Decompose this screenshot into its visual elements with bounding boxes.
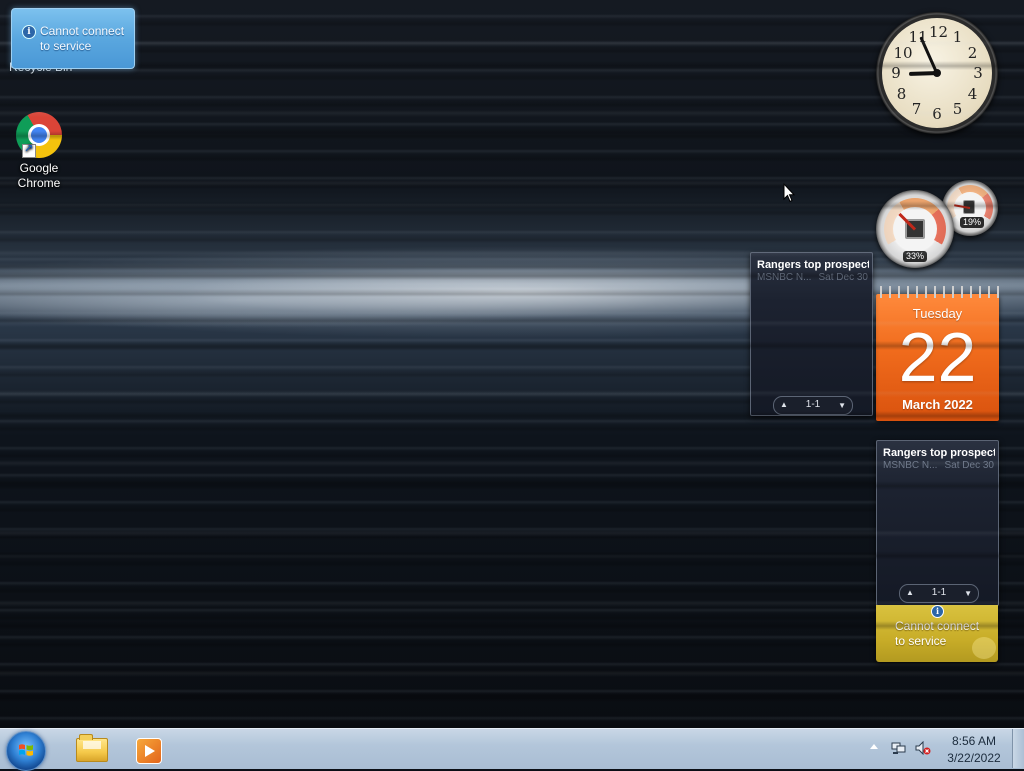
cpu-chip-icon	[905, 219, 925, 239]
memory-percent: 19%	[960, 217, 985, 228]
notification-toast[interactable]: i Cannot connect to service	[11, 8, 135, 69]
cpu-meter[interactable]: 33%	[876, 190, 954, 268]
memory-meter[interactable]: 19%	[942, 180, 998, 236]
clock-number: 3	[973, 64, 983, 82]
chrome-icon	[16, 112, 62, 158]
feed-source: MSNBC N...	[757, 272, 812, 283]
clock-number: 1	[952, 28, 963, 47]
clock-number: 4	[967, 84, 978, 103]
weather-gadget[interactable]: i Cannot connect to service	[876, 605, 998, 662]
start-button[interactable]	[6, 731, 46, 771]
feed-pager: 1-1 ▲ ▼	[773, 396, 853, 415]
previous-arrow-icon[interactable]: ▲	[906, 588, 914, 597]
feed-headline[interactable]: Rangers top prospect...	[757, 259, 869, 271]
clock-number: 10	[893, 43, 913, 62]
memory-needle	[954, 204, 971, 209]
windows-logo-icon	[19, 744, 33, 756]
desktop-icon-google-chrome[interactable]: Google Chrome	[9, 112, 69, 191]
clock-minute-hand	[919, 35, 939, 74]
clock-number: 9	[891, 64, 901, 82]
feed-headlines-gadget[interactable]: Rangers top prospect... MSNBC N... Sat D…	[750, 252, 873, 416]
desktop[interactable]: Recycle Bin i Cannot connect to service …	[0, 0, 1024, 728]
mouse-cursor-icon	[783, 183, 795, 203]
taskbar-media-player[interactable]	[126, 730, 184, 767]
calendar-binding	[876, 286, 999, 298]
taskbar-windows-explorer[interactable]	[60, 730, 118, 767]
weather-sun-icon	[972, 637, 996, 659]
calendar-weekday: Tuesday	[912, 306, 963, 321]
feed-headlines-gadget[interactable]: Rangers top prospect... MSNBC N... Sat D…	[876, 440, 999, 606]
clock-number: 7	[911, 99, 922, 118]
clock-number: 12	[929, 23, 949, 41]
windows-explorer-icon	[76, 734, 108, 762]
previous-arrow-icon[interactable]: ▲	[780, 400, 788, 409]
info-icon: i	[22, 25, 36, 39]
notification-message: Cannot connect to service	[40, 24, 125, 53]
taskbar-clock[interactable]: 8:56 AM 3/22/2022	[940, 733, 1008, 767]
network-icon[interactable]	[891, 741, 907, 755]
feed-headline[interactable]: Rangers top prospect...	[883, 447, 995, 459]
feed-source: MSNBC N...	[883, 460, 938, 471]
feed-date: Sat Dec 30	[818, 272, 868, 283]
taskbar-time: 8:56 AM	[951, 734, 997, 748]
feed-page-indicator: 1-1	[931, 587, 947, 598]
show-desktop-button[interactable]	[1012, 729, 1024, 768]
clock-number: 11	[908, 28, 928, 47]
clock-number: 5	[952, 99, 963, 118]
clock-number: 6	[932, 105, 942, 123]
feed-pager: 1-1 ▲ ▼	[899, 584, 979, 603]
weather-error-message: Cannot connect to service	[895, 619, 980, 648]
calendar-gadget[interactable]: Tuesday 22 March 2022	[876, 286, 999, 421]
next-arrow-icon[interactable]: ▼	[964, 589, 972, 598]
memory-chip-icon	[963, 200, 975, 214]
feed-page-indicator: 1-1	[805, 399, 821, 410]
clock-face: 12 1 2 3 4 5 6 7 8 9 10 11	[882, 18, 992, 128]
next-arrow-icon[interactable]: ▼	[838, 401, 846, 410]
cpu-percent: 33%	[903, 251, 928, 262]
shortcut-arrow-icon	[22, 142, 36, 158]
clock-number: 8	[896, 84, 907, 103]
show-hidden-icons-button[interactable]	[870, 744, 878, 749]
feed-date: Sat Dec 30	[944, 460, 994, 471]
clock-number: 2	[967, 43, 978, 62]
info-icon: i	[931, 605, 944, 618]
taskbar-date: 3/22/2022	[947, 751, 1001, 765]
volume-muted-icon[interactable]	[915, 741, 931, 755]
clock-center-pin	[933, 69, 941, 77]
media-player-icon	[136, 738, 162, 764]
cpu-needle	[898, 212, 917, 231]
calendar-day: 22	[898, 318, 977, 396]
clock-hour-hand	[908, 71, 938, 76]
desktop-icon-label: Google Chrome	[17, 161, 61, 190]
clock-gadget[interactable]: 12 1 2 3 4 5 6 7 8 9 10 11	[876, 12, 998, 134]
calendar-month-year: March 2022	[902, 397, 973, 412]
